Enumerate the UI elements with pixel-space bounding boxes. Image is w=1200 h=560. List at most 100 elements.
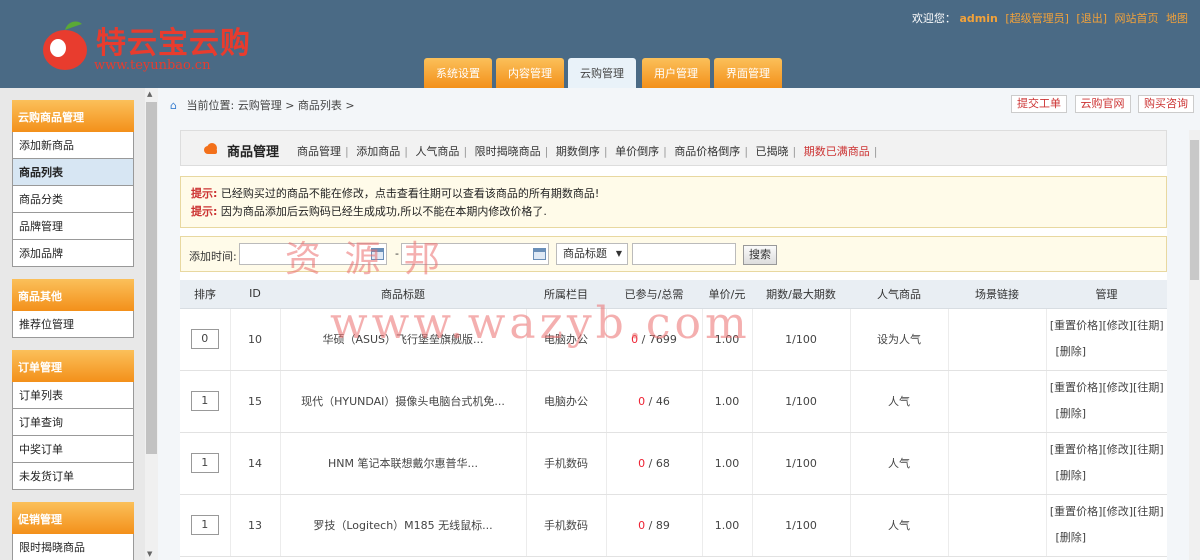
- delete-link[interactable]: [删除]: [1055, 407, 1086, 420]
- sort-input[interactable]: 0: [190, 329, 219, 349]
- scroll-up-icon[interactable]: ▲: [147, 90, 152, 98]
- tip-line-2: 提示: 因为商品添加后云购码已经生成成功,所以不能在本期内修改价格了.: [191, 203, 1156, 221]
- edit-link[interactable]: [修改]: [1102, 381, 1133, 394]
- keyword-input[interactable]: [632, 243, 736, 265]
- sidebar-scrollbar[interactable]: ▲ ▼: [145, 88, 158, 560]
- sidebar-item-winning-orders[interactable]: 中奖订单: [12, 436, 134, 463]
- table-row: 0 10 华硕（ASUS）飞行堡垒旗舰版... 电脑办公 0 / 7699 1.…: [180, 308, 1167, 371]
- nav-timed-reveal[interactable]: 限时揭晓商品: [475, 145, 541, 158]
- start-date-input[interactable]: [239, 243, 387, 265]
- sidebar-scroll-thumb[interactable]: [146, 102, 157, 454]
- sidebar-item-unshipped-orders[interactable]: 未发货订单: [12, 463, 134, 490]
- product-title[interactable]: 华硕（ASUS）飞行堡垒旗舰版...: [280, 308, 527, 371]
- delete-link[interactable]: [删除]: [1055, 469, 1086, 482]
- search-field-select[interactable]: 商品标题 ▼: [556, 243, 628, 265]
- sidebar-group-products: 云购商品管理 添加新商品 商品列表 商品分类 品牌管理 添加品牌: [12, 100, 134, 267]
- purchase-inquiry-button[interactable]: 购买咨询: [1138, 95, 1194, 113]
- delete-link[interactable]: [删除]: [1055, 345, 1086, 358]
- product-title[interactable]: 现代（HYUNDAI）摄像头电脑台式机免...: [280, 370, 527, 433]
- product-title[interactable]: HNM 笔记本联想戴尔惠普华...: [280, 432, 527, 495]
- reset-price-link[interactable]: [重置价格]: [1050, 443, 1103, 456]
- calendar-icon[interactable]: [371, 248, 384, 260]
- edit-link[interactable]: [修改]: [1102, 505, 1133, 518]
- total-needed: 7699: [648, 332, 677, 346]
- apple-logo-icon: [43, 21, 87, 70]
- reset-price-link[interactable]: [重置价格]: [1050, 381, 1103, 394]
- product-title[interactable]: 罗技（Logitech）M185 无线鼠标...: [280, 494, 527, 557]
- history-link[interactable]: [往期]: [1133, 505, 1164, 518]
- nav-product-price-desc[interactable]: 商品价格倒序: [674, 145, 740, 158]
- nav-revealed[interactable]: 已揭晓: [756, 145, 789, 158]
- edit-link[interactable]: [修改]: [1102, 443, 1133, 456]
- nav-separator: |: [873, 145, 878, 158]
- official-site-button[interactable]: 云购官网: [1074, 95, 1131, 113]
- tab-interface-management[interactable]: 界面管理: [714, 58, 782, 88]
- calendar-icon[interactable]: [533, 248, 546, 260]
- sidebar-item-brand-management[interactable]: 品牌管理: [12, 213, 134, 240]
- delete-link[interactable]: [删除]: [1055, 531, 1086, 544]
- sidebar-group-promotion: 促销管理 限时揭晓商品: [12, 502, 134, 560]
- nav-period-full[interactable]: 期数已满商品: [804, 145, 870, 158]
- popular-tag[interactable]: 人气: [850, 432, 949, 495]
- unit-price: 1.00: [702, 308, 753, 371]
- tab-content-management[interactable]: 内容管理: [496, 58, 564, 88]
- tab-system-settings[interactable]: 系统设置: [424, 58, 492, 88]
- site-logo[interactable]: 特云宝云购 www.teyunbao.cn: [38, 16, 258, 78]
- scroll-down-icon[interactable]: ▼: [147, 550, 152, 558]
- table-header-row: 排序 ID 商品标题 所属栏目 已参与/总需 单价/元 期数/最大期数 人气商品…: [180, 280, 1167, 309]
- sidebar-item-product-list[interactable]: 商品列表: [12, 159, 134, 186]
- sidebar-item-recommend-slots[interactable]: 推荐位管理: [12, 311, 134, 338]
- nav-product-management[interactable]: 商品管理: [297, 145, 341, 158]
- history-link[interactable]: [往期]: [1133, 319, 1164, 332]
- filter-bar: 添加时间: - 商品标题 ▼ 搜索: [180, 236, 1167, 272]
- role-link[interactable]: [超级管理员]: [1005, 12, 1069, 25]
- popular-tag[interactable]: 人气: [850, 494, 949, 557]
- tip-text-1: 已经购买过的商品不能在修改，点击查看往期可以查看该商品的所有期数商品!: [220, 187, 600, 200]
- nav-unit-price-desc[interactable]: 单价倒序: [615, 145, 659, 158]
- end-date-input[interactable]: [401, 243, 549, 265]
- column-header: 单价/元: [702, 280, 752, 309]
- sidebar-item-product-category[interactable]: 商品分类: [12, 186, 134, 213]
- logout-link[interactable]: [退出]: [1076, 12, 1107, 25]
- sidebar-item-order-search[interactable]: 订单查询: [12, 409, 134, 436]
- sort-input[interactable]: 1: [190, 391, 219, 411]
- main-area: ⌂ 当前位置: 云购管理 > 商品列表 > 提交工单 云购官网 购买咨询 商品管…: [158, 88, 1200, 560]
- tab-yungou-management[interactable]: 云购管理: [568, 58, 636, 88]
- column-header: 人气商品: [850, 280, 948, 309]
- nav-add-product[interactable]: 添加商品: [356, 145, 400, 158]
- panel-header: 商品管理 商品管理 | 添加商品 | 人气商品 | 限时揭晓商品 | 期数倒序 | 单价倒…: [180, 130, 1167, 166]
- breadcrumb-bar: ⌂ 当前位置: 云购管理 > 商品列表 > 提交工单 云购官网 购买咨询: [158, 88, 1200, 118]
- nav-period-desc[interactable]: 期数倒序: [556, 145, 600, 158]
- sitemap-link[interactable]: 地图: [1166, 12, 1188, 25]
- main-scroll-thumb[interactable]: [1190, 140, 1199, 280]
- slash: /: [645, 518, 656, 532]
- sidebar-item-add-brand[interactable]: 添加品牌: [12, 240, 134, 267]
- history-link[interactable]: [往期]: [1133, 381, 1164, 394]
- product-id: 15: [230, 370, 281, 433]
- nav-popular-products[interactable]: 人气商品: [415, 145, 459, 158]
- add-time-label: 添加时间:: [189, 250, 237, 263]
- reset-price-link[interactable]: [重置价格]: [1050, 505, 1103, 518]
- site-home-link[interactable]: 网站首页: [1115, 12, 1159, 25]
- popular-tag[interactable]: 人气: [850, 370, 949, 433]
- scene-link: [948, 370, 1047, 433]
- total-needed: 68: [655, 456, 670, 470]
- tab-user-management[interactable]: 用户管理: [642, 58, 710, 88]
- sort-input[interactable]: 1: [190, 515, 219, 535]
- main-scrollbar[interactable]: [1189, 130, 1200, 560]
- row-actions: [重置价格][修改][往期] [删除]: [1046, 432, 1167, 495]
- set-popular-link[interactable]: 设为人气: [850, 308, 949, 371]
- submit-ticket-button[interactable]: 提交工单: [1011, 95, 1067, 113]
- history-link[interactable]: [往期]: [1133, 443, 1164, 456]
- row-actions: [重置价格][修改][往期] [删除]: [1046, 308, 1167, 371]
- reset-price-link[interactable]: [重置价格]: [1050, 319, 1103, 332]
- nav-separator: |: [744, 145, 749, 158]
- sidebar-item-add-product[interactable]: 添加新商品: [12, 132, 134, 159]
- search-button[interactable]: 搜索: [743, 245, 777, 265]
- edit-link[interactable]: [修改]: [1102, 319, 1133, 332]
- sidebar-item-timed-reveal[interactable]: 限时揭晓商品: [12, 534, 134, 560]
- tip-line-1: 提示: 已经购买过的商品不能在修改，点击查看往期可以查看该商品的所有期数商品!: [191, 185, 1156, 203]
- sort-input[interactable]: 1: [190, 453, 219, 473]
- sidebar-item-order-list[interactable]: 订单列表: [12, 382, 134, 409]
- breadcrumb: ⌂ 当前位置: 云购管理 > 商品列表 >: [170, 97, 355, 113]
